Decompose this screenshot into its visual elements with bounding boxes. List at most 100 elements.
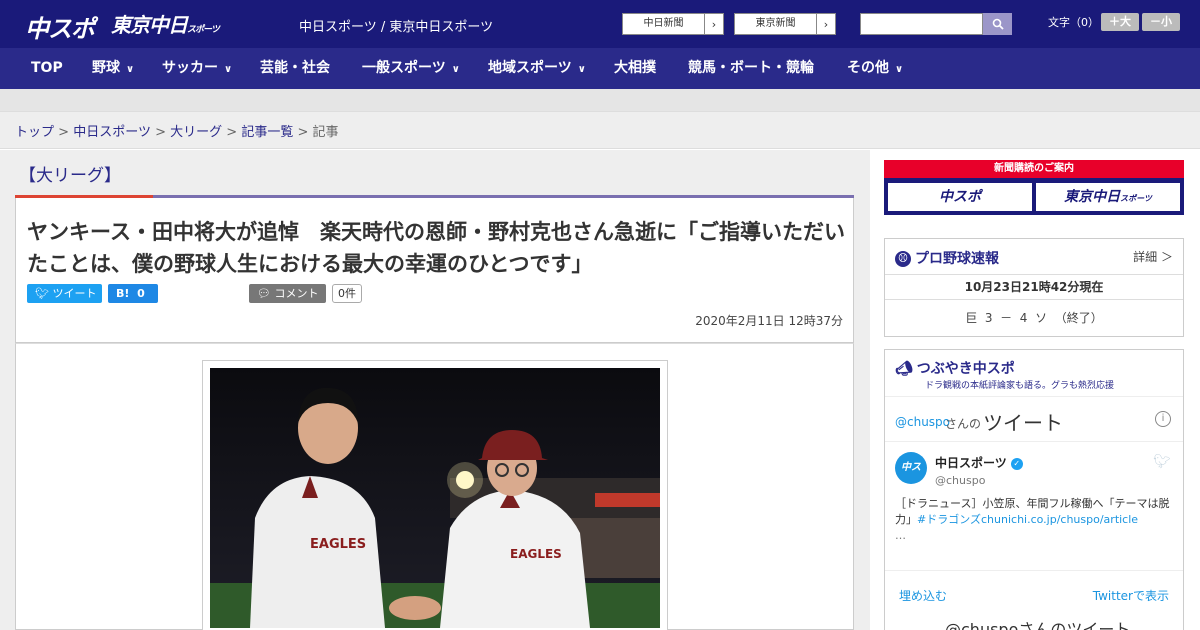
article-body: EAGLES EAGLES — [15, 343, 854, 630]
nav-label: TOP — [31, 60, 63, 76]
tokyo-logo-text: 東京中日 — [111, 13, 188, 37]
chunichi-shimbun-button[interactable]: 中日新聞 › — [622, 13, 724, 35]
breadcrumb-link[interactable]: 大リーグ — [170, 125, 222, 140]
main-nav: TOP 野球 ∨ サッカー ∨ 芸能・社会 一般スポーツ ∨ 地域スポーツ ∨ 大相撲 … — [0, 48, 1200, 89]
tweet-footer: 埋め込む Twitterで表示 — [885, 570, 1183, 612]
article-title: ヤンキース・田中将大が追悼 楽天時代の恩師・野村克也さん急逝に「ご指導いただいた… — [27, 220, 845, 276]
breadcrumb-current: 記事 — [312, 125, 339, 140]
chevron-right-icon: › — [711, 17, 717, 31]
twitter-bird-icon[interactable]: 🐦︎ — [1153, 454, 1171, 470]
main-column: 【大リーグ】 ヤンキース・田中将大が追悼 楽天時代の恩師・野村克也さん急逝に「ご… — [0, 150, 870, 630]
ad-band — [0, 89, 1200, 111]
twitter-title-text: つぶやき中スポ — [916, 361, 1015, 377]
search-button[interactable] — [983, 13, 1012, 35]
nav-item-soccer[interactable]: サッカー ∨ — [162, 48, 232, 89]
nav-label: その他 — [847, 60, 889, 76]
breadcrumb-link[interactable]: 記事一覧 — [241, 125, 293, 140]
search-box — [860, 13, 1012, 35]
embed-link[interactable]: 埋め込む — [899, 587, 947, 604]
subscription-banner[interactable]: 新聞購読のご案内 中スポ 東京中日スポーツ — [884, 160, 1184, 215]
twitter-timeline-word: ツイート — [983, 411, 1063, 435]
chevron-down-icon: ∨ — [895, 64, 904, 75]
category-heading: 【大リーグ】 — [19, 166, 121, 186]
svg-text:EAGLES: EAGLES — [310, 537, 366, 552]
nav-item-baseball[interactable]: 野球 ∨ — [92, 48, 134, 89]
breadcrumb-link[interactable]: 中日スポーツ — [73, 125, 151, 140]
tweet-user-name-text: 中日スポーツ — [935, 456, 1007, 470]
chuspo-avatar[interactable]: 中ス — [895, 452, 927, 484]
font-increase-button[interactable]: ＋大 — [1101, 13, 1139, 31]
tweet-label: ツイート — [52, 287, 97, 300]
baseball-detail-link[interactable]: 詳細 ＞ — [1133, 248, 1173, 265]
svg-text:EAGLES: EAGLES — [510, 547, 562, 561]
article-photo[interactable]: EAGLES EAGLES — [202, 360, 668, 630]
twitter-timeline-header: @chuspo さんの ツイート i — [885, 396, 1183, 442]
baseball-score[interactable]: 巨 3 － 4 ソ （終了） — [885, 309, 1183, 326]
chevron-down-icon: ∨ — [126, 64, 135, 75]
twitter-handle-suffix: さんの — [945, 417, 982, 431]
twitter-bird-icon: 🐦︎ — [35, 287, 49, 300]
breadcrumb-link[interactable]: トップ — [15, 125, 54, 140]
tokyo-chunichi-logo[interactable]: 東京中日スポーツ — [111, 9, 220, 38]
breadcrumb-separator: > — [226, 125, 238, 140]
font-size-label: 文字（0） — [1048, 16, 1099, 29]
subscribe-tokyo-text: 東京中日 — [1064, 189, 1121, 205]
nav-label: 一般スポーツ — [362, 60, 446, 76]
hatena-count: 0 — [137, 287, 145, 300]
nav-item-entertainment[interactable]: 芸能・社会 — [260, 48, 330, 89]
breadcrumb-separator: > — [297, 125, 309, 140]
nav-item-other[interactable]: その他 ∨ — [847, 48, 903, 89]
photo-players-handshake: EAGLES EAGLES — [210, 368, 660, 628]
nav-item-local-sports[interactable]: 地域スポーツ ∨ — [488, 48, 586, 89]
megaphone-icon: 📣︎ — [895, 361, 913, 377]
nav-label: 競馬・ボート・競輪 — [688, 60, 814, 76]
nav-item-racing[interactable]: 競馬・ボート・競輪 — [688, 48, 814, 89]
tweet-button[interactable]: 🐦︎ ツイート — [27, 284, 102, 303]
view-on-twitter-link[interactable]: Twitterで表示 — [1093, 587, 1169, 604]
nav-label: 大相撲 — [614, 60, 656, 76]
tokyo-logo-sub: スポーツ — [187, 25, 220, 35]
info-icon[interactable]: i — [1155, 411, 1171, 427]
breadcrumb-separator: > — [155, 125, 166, 140]
tweet-user-handle[interactable]: @chuspo — [935, 474, 985, 487]
hatena-bookmark-button[interactable]: B! 0 — [108, 284, 158, 303]
nav-item-sumo[interactable]: 大相撲 — [614, 48, 656, 89]
nav-label: サッカー — [162, 60, 218, 76]
nav-item-general-sports[interactable]: 一般スポーツ ∨ — [362, 48, 460, 89]
subscribe-chuspo[interactable]: 中スポ — [888, 183, 1032, 211]
twitter-panel-subtitle: ドラ観戦の本紙評論家も語る。グラも熱烈応援 — [925, 381, 1115, 391]
chevron-down-icon: ∨ — [224, 64, 233, 75]
baseball-panel-title: ⚾︎ プロ野球速報 — [895, 248, 999, 268]
comment-button[interactable]: 💬︎ コメント — [249, 284, 326, 303]
article-header: ヤンキース・田中将大が追悼 楽天時代の恩師・野村克也さん急逝に「ご指導いただいた… — [15, 198, 854, 343]
comment-count[interactable]: 0件 — [332, 284, 362, 303]
tweet-user-name[interactable]: 中日スポーツ ✓ — [935, 454, 1023, 471]
subscribe-tokyo-sub: スポーツ — [1120, 194, 1152, 203]
twitter-handle-link[interactable]: @chuspo — [895, 415, 950, 429]
nav-label: 野球 — [92, 60, 120, 76]
font-decrease-button[interactable]: －小 — [1142, 13, 1180, 31]
speech-bubble-icon: 💬︎ — [257, 287, 271, 300]
tweet-link[interactable]: #ドラゴンズchunichi.co.jp/chuspo/article — [917, 513, 1138, 526]
hatena-icon: B! — [116, 287, 130, 300]
twitter-panel-title: 📣︎ つぶやき中スポ — [895, 358, 1015, 378]
baseball-icon: ⚾︎ — [895, 251, 911, 267]
comment-label: コメント — [274, 287, 319, 300]
verified-badge-icon: ✓ — [1010, 457, 1023, 470]
chuspo-logo[interactable]: 中スポ — [25, 9, 95, 44]
search-icon — [992, 18, 1004, 30]
baseball-scores-panel: ⚾︎ プロ野球速報 詳細 ＞ 10月23日21時42分現在 巨 3 － 4 ソ （… — [884, 238, 1184, 337]
subscribe-tokyo-chunichi[interactable]: 東京中日スポーツ — [1036, 183, 1180, 211]
subscription-heading: 新聞購読のご案内 — [884, 160, 1184, 178]
button-label: 東京新聞 — [735, 14, 817, 34]
button-label: 中日新聞 — [623, 14, 705, 34]
site-header: 中スポ 東京中日スポーツ 中日スポーツ / 東京中日スポーツ 中日新聞 › 東京新… — [0, 0, 1200, 48]
tokyo-shimbun-button[interactable]: 東京新聞 › — [734, 13, 836, 35]
chevron-down-icon: ∨ — [577, 64, 586, 75]
nav-item-top[interactable]: TOP — [31, 48, 63, 89]
nav-label: 地域スポーツ — [488, 60, 572, 76]
chevron-right-icon: › — [823, 17, 829, 31]
chevron-down-icon: ∨ — [451, 64, 460, 75]
twitter-footer-title: @chuspoさんのツイート — [945, 620, 1131, 630]
search-input[interactable] — [860, 13, 983, 35]
